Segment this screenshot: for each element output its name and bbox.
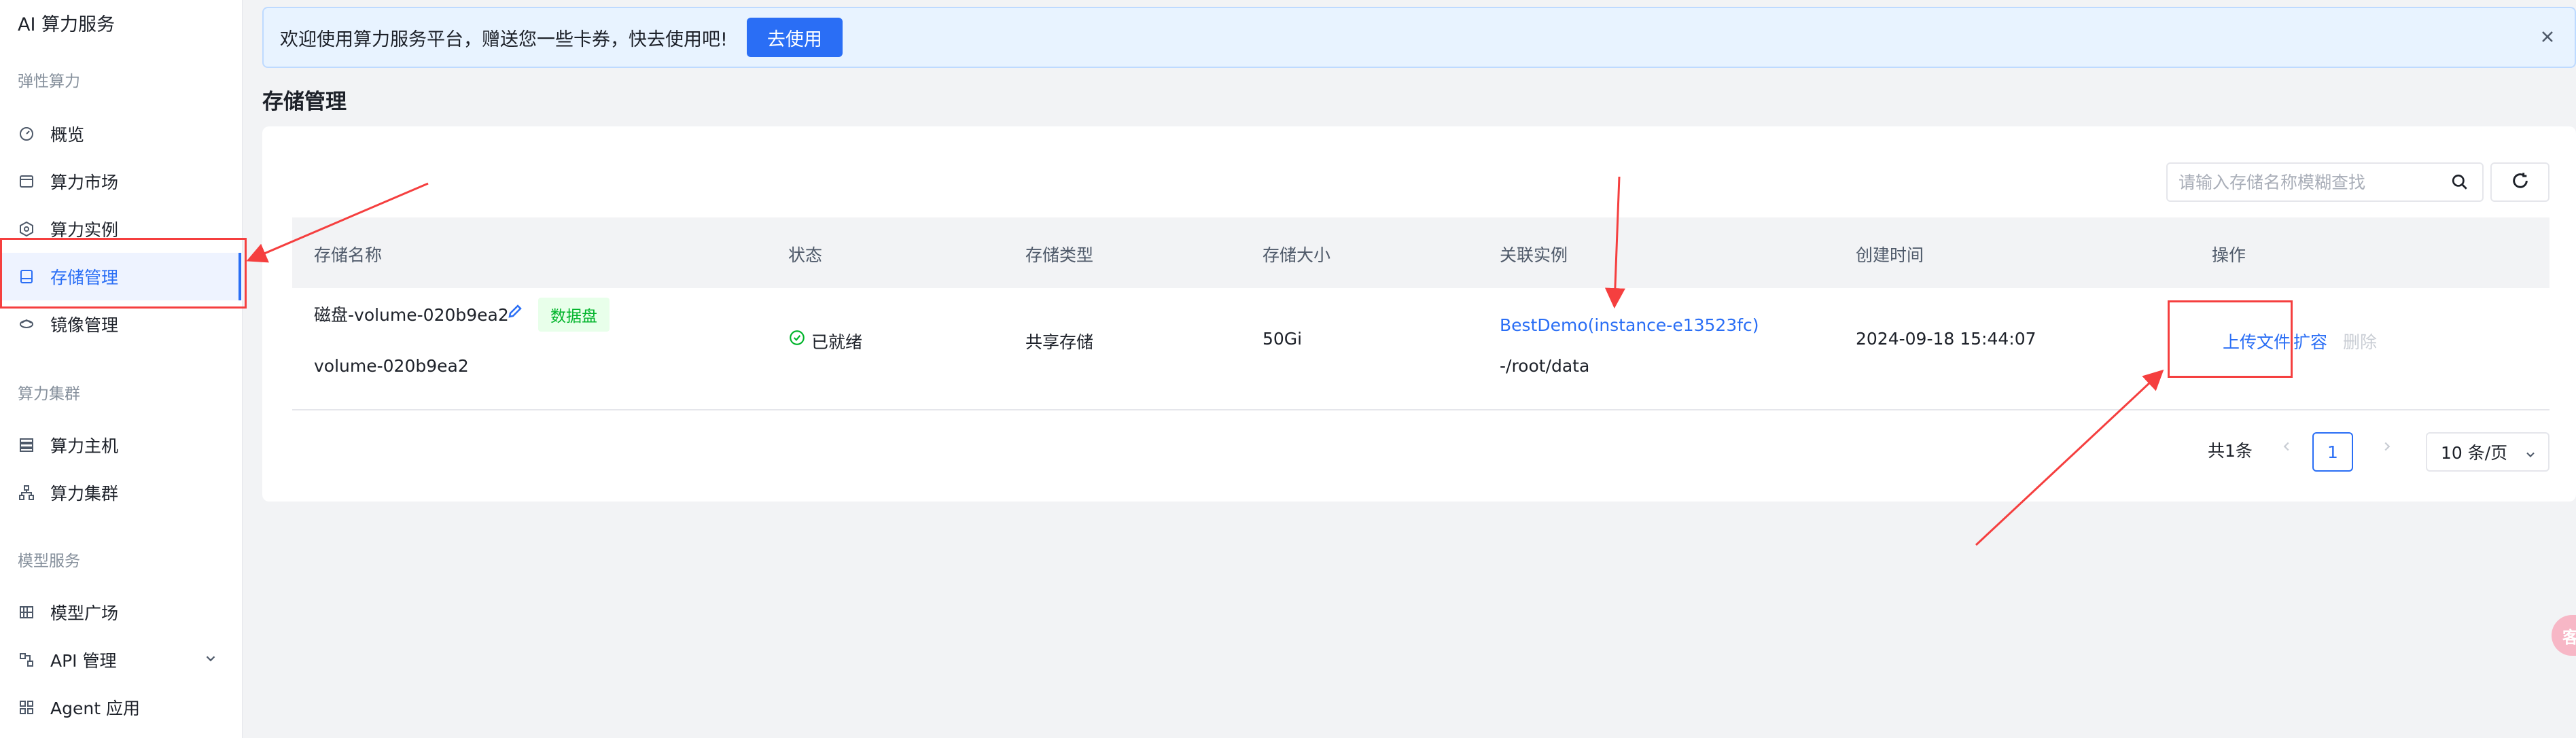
- search-icon[interactable]: [2451, 173, 2469, 194]
- chevron-down-icon: [2524, 446, 2537, 465]
- storage-type: 共享存储: [1025, 332, 1094, 352]
- column-header-created: 创建时间: [1856, 245, 1924, 265]
- column-header-instance: 关联实例: [1500, 245, 1568, 265]
- search-box: [2166, 162, 2484, 202]
- column-header-size: 存储大小: [1263, 245, 1331, 265]
- sidebar-item-market[interactable]: 算力市场: [0, 158, 243, 205]
- column-header-status: 状态: [788, 245, 823, 265]
- floating-badge-label: 客: [2562, 627, 2576, 647]
- sidebar-item-label: 算力实例: [50, 220, 119, 240]
- edit-icon[interactable]: [507, 303, 523, 323]
- section-title-cluster: 算力集群: [18, 385, 80, 403]
- delete-link: 删除: [2343, 332, 2378, 352]
- store-icon: [18, 173, 35, 190]
- close-icon[interactable]: [2539, 29, 2556, 48]
- apps-icon: [18, 699, 35, 716]
- sidebar-item-label: 算力主机: [50, 436, 119, 456]
- page-title: 存储管理: [262, 90, 347, 114]
- storage-sub-name: volume-020b9ea2: [314, 356, 469, 376]
- active-indicator: [239, 253, 241, 300]
- storage-size: 50Gi: [1263, 329, 1303, 349]
- sidebar-item-label: Agent 应用: [50, 699, 140, 718]
- sidebar-item-label: 模型广场: [50, 603, 119, 623]
- sidebar-item-instances[interactable]: 算力实例: [0, 205, 243, 253]
- cluster-icon: [18, 484, 35, 502]
- column-header-actions: 操作: [2212, 245, 2246, 265]
- created-time: 2024-09-18 15:44:07: [1856, 329, 2036, 349]
- api-icon: [18, 651, 35, 669]
- gauge-icon: [18, 125, 35, 143]
- column-header-type: 存储类型: [1025, 245, 1094, 265]
- section-title-model: 模型服务: [18, 552, 80, 570]
- server-icon: [18, 436, 35, 454]
- sidebar-item-overview[interactable]: 概览: [0, 110, 243, 158]
- pagination-page[interactable]: 1: [2312, 432, 2353, 472]
- storage-icon: [18, 268, 35, 285]
- mount-path: -/root/data: [1500, 356, 1590, 376]
- image-icon: [18, 315, 35, 333]
- table-row: 磁盘-volume-020b9ea2 数据盘 volume-020b9ea2 已…: [292, 288, 2549, 410]
- instance-icon: [18, 220, 35, 238]
- table-header: 存储名称 状态 存储类型 存储大小 关联实例 创建时间 操作: [292, 217, 2549, 288]
- use-coupon-button[interactable]: 去使用: [746, 18, 843, 57]
- banner-text: 欢迎使用算力服务平台，赠送您一些卡券，快去使用吧!: [280, 29, 728, 50]
- section-title-elastic: 弹性算力: [18, 73, 80, 90]
- sidebar-item-label: 概览: [50, 125, 85, 145]
- promo-banner: 欢迎使用算力服务平台，赠送您一些卡券，快去使用吧! 去使用: [262, 7, 2576, 68]
- sidebar-item-clusters[interactable]: 算力集群: [0, 469, 243, 516]
- refresh-icon: [2511, 171, 2530, 193]
- sidebar-item-storage[interactable]: 存储管理: [0, 253, 243, 300]
- sidebar-item-hosts[interactable]: 算力主机: [0, 421, 243, 469]
- sidebar-item-label: 镜像管理: [50, 315, 119, 335]
- chevron-right-icon[interactable]: [2380, 439, 2395, 457]
- check-circle-icon: [788, 329, 806, 351]
- sidebar-item-label: 算力市场: [50, 173, 119, 192]
- sidebar: AI 算力服务 弹性算力 概览 算力市场 算力实例 存储管理 镜像管理 算力集群: [0, 0, 243, 738]
- sidebar-item-label: API 管理: [50, 651, 117, 671]
- column-header-name: 存储名称: [314, 245, 383, 265]
- sidebar-item-label: 存储管理: [50, 268, 119, 287]
- model-icon: [18, 603, 35, 621]
- storage-card: 存储名称 状态 存储类型 存储大小 关联实例 创建时间 操作 磁盘-volume…: [262, 126, 2576, 502]
- chevron-left-icon[interactable]: [2279, 439, 2294, 457]
- chevron-down-icon[interactable]: [203, 651, 218, 669]
- page-size-select[interactable]: 10 条/页: [2426, 432, 2549, 472]
- sidebar-item-images[interactable]: 镜像管理: [0, 300, 243, 348]
- expand-link[interactable]: 扩容: [2293, 329, 2327, 353]
- sidebar-item-agent[interactable]: Agent 应用: [0, 684, 243, 731]
- app-brand: AI 算力服务: [18, 14, 116, 35]
- data-disk-tag: 数据盘: [538, 298, 610, 332]
- floating-helper-badge[interactable]: 客: [2552, 615, 2576, 656]
- page-size-value: 10 条/页: [2441, 443, 2508, 463]
- status-text: 已就绪: [811, 332, 863, 352]
- sidebar-item-label: 算力集群: [50, 484, 119, 504]
- upload-file-link[interactable]: 上传文件: [2223, 329, 2291, 353]
- instance-link[interactable]: BestDemo(instance-e13523fc): [1500, 315, 1759, 335]
- pagination-total: 共1条: [2208, 441, 2253, 461]
- storage-name: 磁盘-volume-020b9ea2: [314, 305, 509, 325]
- refresh-button[interactable]: [2490, 162, 2549, 202]
- sidebar-item-model-plaza[interactable]: 模型广场: [0, 588, 243, 636]
- search-input[interactable]: [2178, 164, 2437, 200]
- sidebar-item-api[interactable]: API 管理: [0, 636, 243, 684]
